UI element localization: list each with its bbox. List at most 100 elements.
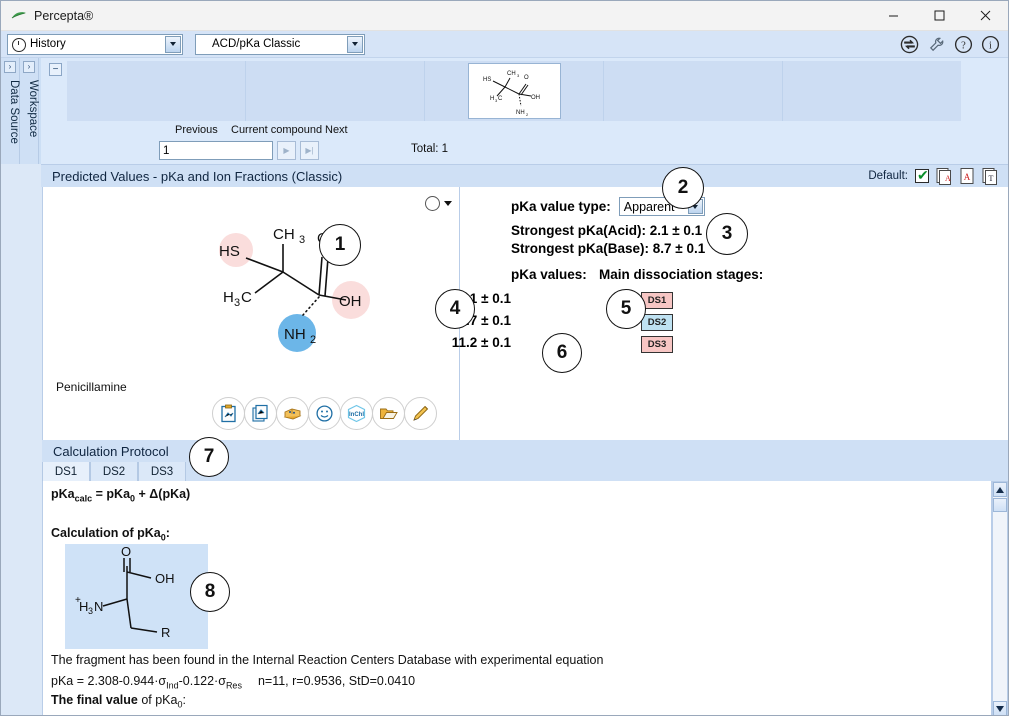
structure-toolbar: InChI [212, 397, 437, 430]
window-controls [870, 1, 1008, 31]
expand-arrow-icon[interactable]: › [23, 61, 35, 73]
protocol-scrollbar[interactable] [992, 481, 1008, 715]
callout-3: 3 [706, 213, 748, 255]
svg-text:InChI: InChI [349, 412, 364, 418]
chevron-down-icon [996, 705, 1004, 712]
formula-tail: + Δ(pKa) [135, 487, 191, 501]
edit-structure-icon[interactable] [404, 397, 437, 430]
callout-number: 4 [449, 298, 461, 319]
compound-navigation: Previous Current compound Next |◀ ◀ ▶ ▶|… [67, 124, 961, 162]
dictionary-icon[interactable] [276, 397, 309, 430]
svg-text:2: 2 [526, 112, 529, 117]
history-dropdown[interactable]: History [7, 33, 183, 55]
final-value-label: The final value of pKa0: [51, 693, 186, 710]
tab-ds2[interactable]: DS2 [90, 462, 138, 481]
thumbnail-cell[interactable] [246, 61, 425, 121]
svg-text:C: C [241, 289, 252, 306]
compound-name: Penicillamine [56, 380, 127, 394]
pdf-export-icon[interactable]: A [959, 167, 975, 185]
callout-1: 1 [319, 224, 361, 266]
svg-text:A: A [945, 174, 951, 183]
predicted-values-actions: Default: A A T [868, 167, 1008, 185]
formula-sub-calc: calc [74, 493, 93, 504]
collapse-strip-button[interactable]: − [49, 63, 62, 76]
svg-text:OH: OH [155, 571, 175, 586]
equation-sub-ind: Ind [166, 680, 179, 691]
svg-text:A: A [964, 172, 971, 182]
thumbnail-cell[interactable] [67, 61, 246, 121]
copy-structures-icon[interactable] [244, 397, 277, 430]
sync-icon[interactable] [900, 35, 919, 54]
svg-text:N: N [94, 599, 103, 614]
sidebar-item-label: Workspace [27, 80, 39, 138]
penicillamine-structure-diagram[interactable]: HS CH3 H3C O OH NH2 [43, 187, 459, 387]
scrollbar-thumb[interactable] [993, 498, 1007, 512]
callout-number: 1 [334, 234, 346, 255]
percepta-window: Percepta® History ACD/pKa Classic ? i › … [0, 0, 1009, 716]
svg-text:O: O [121, 544, 131, 559]
wrench-icon[interactable] [927, 35, 946, 54]
last-compound-button[interactable]: ▶| [300, 141, 319, 160]
inchi-icon[interactable]: InChI [340, 397, 373, 430]
previous-label: Previous [175, 124, 218, 136]
svg-text:3: 3 [517, 73, 520, 78]
help-icon[interactable]: ? [954, 35, 973, 54]
predicted-values-pane: HS CH3 H3C O OH NH2 Penicillamine [42, 187, 1008, 440]
current-compound-input[interactable] [159, 141, 273, 160]
maximize-button[interactable] [916, 1, 962, 31]
chevron-down-icon[interactable] [165, 35, 181, 53]
tab-ds1[interactable]: DS1 [42, 462, 90, 481]
svg-text:R: R [161, 625, 170, 640]
pka-formula: pKacalc = pKa0 + Δ(pKa) [51, 487, 190, 504]
svg-text:H: H [223, 289, 234, 306]
calc-label: Calculation of pKa [51, 526, 161, 540]
thumbnail-cell[interactable] [604, 61, 783, 121]
tab-label: DS1 [54, 465, 78, 478]
callout-2: 2 [662, 167, 704, 209]
callout-number: 8 [204, 581, 216, 602]
open-file-icon[interactable] [372, 397, 405, 430]
expand-arrow-icon[interactable]: › [4, 61, 16, 73]
thumbnail-strip: HS CH 3 H3C O OH NH 2 [67, 61, 961, 121]
smiles-icon[interactable] [308, 397, 341, 430]
callout-4: 4 [435, 289, 475, 329]
formula-pka: pKa [51, 487, 75, 501]
info-icon[interactable]: i [981, 35, 1000, 54]
tab-ds3[interactable]: DS3 [138, 462, 186, 481]
protocol-content: pKacalc = pKa0 + Δ(pKa) Calculation of p… [42, 481, 992, 715]
minimize-button[interactable] [870, 1, 916, 31]
status-badge[interactable]: DS2 [641, 314, 673, 331]
method-dropdown[interactable]: ACD/pKa Classic [195, 33, 365, 55]
svg-text:H: H [490, 96, 494, 102]
text-export-icon[interactable]: T [982, 167, 998, 185]
pka-values-header: pKa values: [511, 267, 587, 282]
default-label: Default: [868, 170, 908, 182]
strongest-base-value: Strongest pKa(Base): 8.7 ± 0.1 [511, 241, 706, 256]
penicillamine-structure-thumbnail[interactable]: HS CH 3 H3C O OH NH 2 [467, 63, 561, 119]
sidebar-item-workspace[interactable]: › Workspace [20, 58, 39, 164]
default-checkbox[interactable] [915, 167, 929, 184]
callout-5: 5 [606, 289, 646, 329]
scroll-up-button[interactable] [993, 482, 1007, 497]
status-badge[interactable]: DS3 [641, 336, 673, 353]
pdf-report-icon[interactable]: A [936, 167, 952, 185]
svg-text:HS: HS [483, 77, 491, 83]
callout-number: 6 [556, 342, 568, 363]
close-button[interactable] [962, 1, 1008, 31]
svg-text:OH: OH [531, 95, 540, 101]
copy-structure-icon[interactable] [212, 397, 245, 430]
compound-strip-area: − HS CH 3 H 3 C O OH NH 2 Previous Curre… [41, 58, 1008, 164]
next-compound-button[interactable]: ▶ [277, 141, 296, 160]
callout-6: 6 [542, 333, 582, 373]
tab-label: DS2 [102, 465, 126, 478]
scroll-down-button[interactable] [993, 701, 1007, 715]
thumbnail-cell[interactable] [783, 61, 961, 121]
dissociation-stages-header: Main dissociation stages: [599, 267, 764, 282]
svg-text:T: T [989, 174, 994, 183]
callout-7: 7 [189, 437, 229, 477]
equation-stats: n=11, r=0.9536, StD=0.0410 [257, 674, 416, 688]
chevron-down-icon[interactable] [347, 35, 363, 53]
sidebar-item-data-source[interactable]: › Data Source [1, 58, 20, 164]
final-value-colon: : [182, 693, 186, 707]
thumbnail-cell-selected[interactable]: HS CH 3 H3C O OH NH 2 [425, 61, 604, 121]
